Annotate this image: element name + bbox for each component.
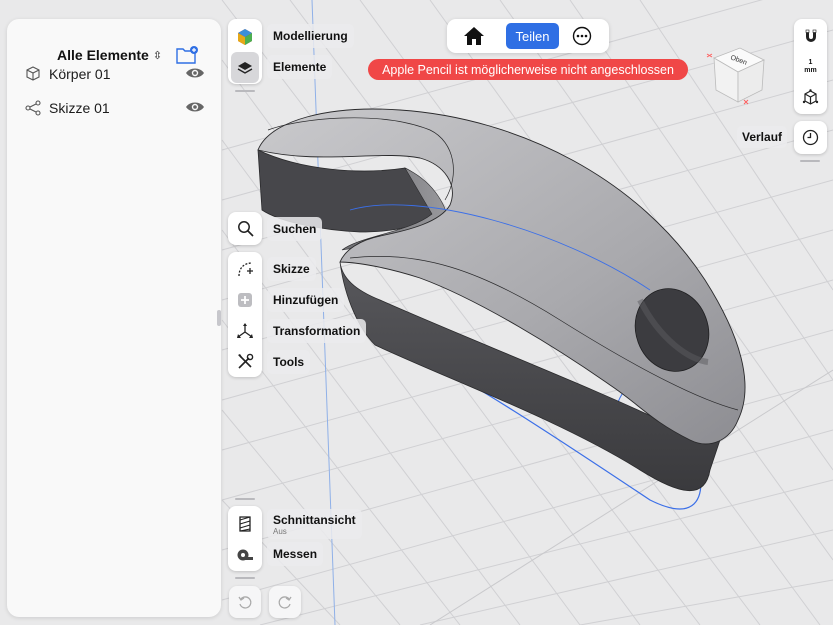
transform-label: Transformation (267, 319, 367, 343)
undo-icon (238, 596, 252, 609)
tools-label: Tools (267, 350, 311, 374)
add-square-icon (238, 292, 252, 307)
section-view-icon (239, 515, 251, 532)
home-icon[interactable] (463, 26, 485, 46)
list-item-body[interactable]: Körper 01 (25, 63, 205, 85)
transform-axes-icon (237, 322, 253, 338)
history-label: Verlauf (737, 126, 788, 148)
sketch-nodes-icon (25, 100, 41, 116)
toolbar-divider (235, 577, 255, 579)
share-button[interactable]: Teilen (506, 23, 559, 49)
search-button[interactable] (228, 213, 262, 244)
add-button[interactable] (228, 284, 262, 315)
undo-button[interactable] (229, 586, 261, 618)
elements-label: Elemente (267, 55, 333, 79)
unit-value: 1 (808, 59, 813, 66)
workspace-switcher (228, 19, 262, 84)
axes-cube-icon (802, 88, 819, 105)
section-view-title: Schnittansicht (273, 512, 356, 527)
visibility-eye-icon[interactable] (185, 66, 205, 80)
unit-name: mm (804, 67, 817, 74)
transform-button[interactable] (228, 315, 262, 346)
search-label: Suchen (267, 217, 323, 241)
search-strip (228, 212, 262, 245)
magnet-icon (805, 29, 816, 42)
unit-button[interactable]: 1 mm (794, 52, 827, 82)
section-view-label: Schnittansicht Aus (267, 509, 362, 539)
measure-label: Messen (267, 542, 324, 566)
clock-icon (802, 129, 819, 146)
visibility-eye-icon[interactable] (185, 100, 205, 114)
toolbar-divider (235, 498, 255, 500)
add-label: Hinzufügen (267, 288, 345, 312)
list-item-label: Skizze 01 (49, 100, 110, 116)
view-mode-button[interactable] (794, 82, 827, 112)
list-item-sketch[interactable]: Skizze 01 (25, 97, 205, 119)
more-options-icon[interactable] (572, 26, 592, 46)
inspect-strip (228, 506, 262, 571)
section-view-state: Aus (273, 526, 287, 536)
modeling-cube-icon (238, 28, 252, 45)
add-folder-icon[interactable] (175, 45, 199, 65)
list-item-label: Körper 01 (49, 66, 111, 82)
history-button[interactable] (794, 121, 827, 154)
tools-strip (228, 252, 262, 377)
modeling-label: Modellierung (267, 24, 354, 48)
modeling-workspace-button[interactable] (228, 21, 262, 52)
redo-icon (278, 596, 292, 609)
measure-button[interactable] (228, 539, 262, 570)
pencil-warning-banner: Apple Pencil ist möglicherweise nicht an… (368, 59, 688, 80)
sketch-button[interactable] (228, 253, 262, 284)
tools-button[interactable] (228, 346, 262, 377)
unit-display: 1 mm (804, 59, 816, 75)
snap-button[interactable] (794, 21, 827, 51)
redo-button[interactable] (269, 586, 301, 618)
panel-resize-handle[interactable] (217, 310, 221, 326)
toolbar-divider (800, 160, 820, 162)
elements-workspace-button[interactable] (231, 52, 259, 83)
top-bar: Teilen (447, 19, 609, 53)
up-down-chevron-icon: ⇳ (152, 49, 163, 62)
layers-icon (237, 61, 253, 74)
elements-panel: Alle Elemente ⇳ Körper 01 Skizze 01 (7, 19, 221, 617)
panel-title-dropdown[interactable]: Alle Elemente ⇳ (57, 47, 162, 63)
tape-measure-icon (237, 549, 253, 560)
toolbar-divider (235, 90, 255, 92)
sketch-label: Skizze (267, 257, 316, 281)
search-icon (237, 221, 254, 237)
wrench-screwdriver-icon (237, 353, 253, 369)
section-view-button[interactable] (228, 508, 262, 539)
sketch-arc-icon (238, 261, 253, 276)
body-cube-icon (26, 66, 40, 81)
panel-title: Alle Elemente (57, 47, 149, 63)
view-cube[interactable]: Oben (702, 40, 772, 110)
right-toolbar: 1 mm (794, 19, 827, 114)
